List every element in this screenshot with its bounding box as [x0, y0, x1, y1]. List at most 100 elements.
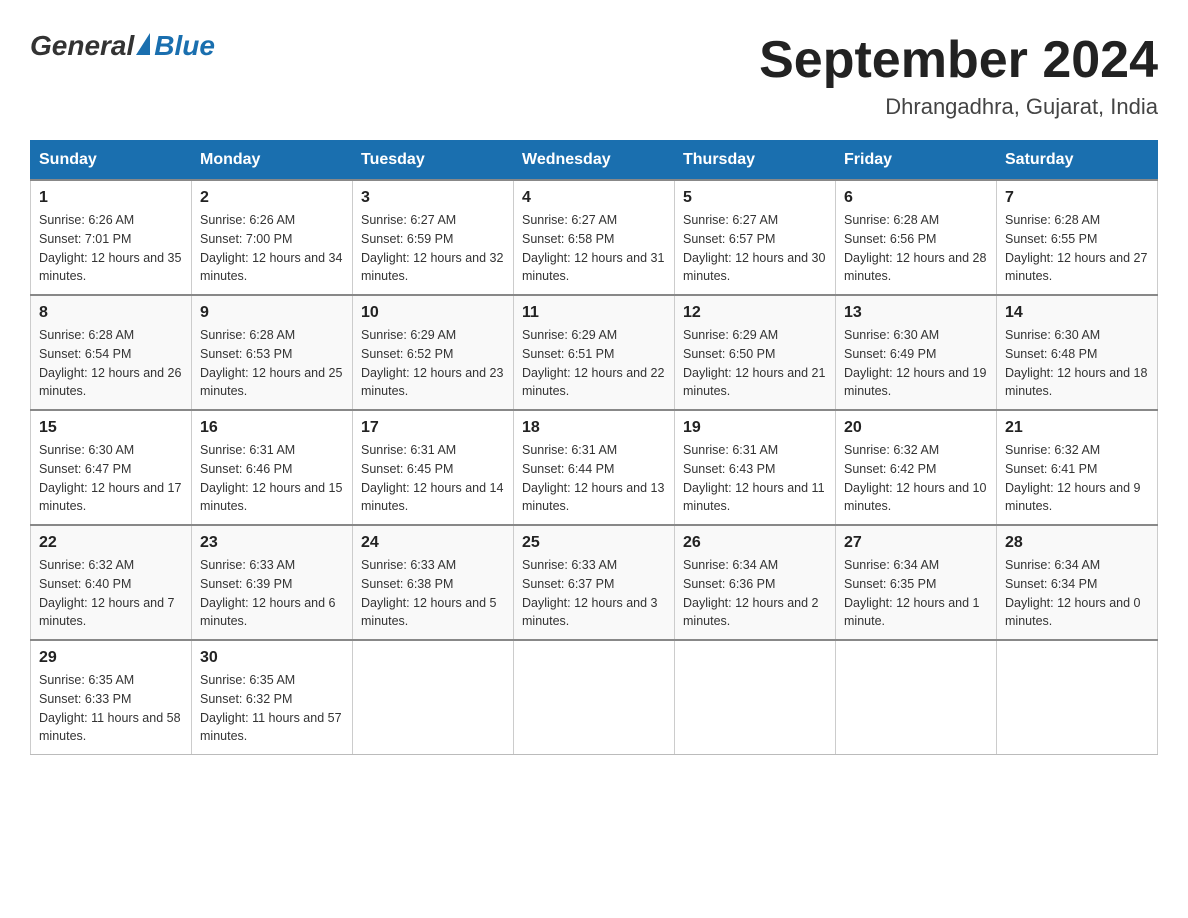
day-info: Sunrise: 6:32 AMSunset: 6:41 PMDaylight:… [1005, 441, 1149, 516]
calendar-cell: 26 Sunrise: 6:34 AMSunset: 6:36 PMDayligh… [675, 525, 836, 640]
calendar-cell: 28 Sunrise: 6:34 AMSunset: 6:34 PMDayligh… [997, 525, 1158, 640]
day-number: 11 [522, 304, 666, 322]
title-section: September 2024 Dhrangadhra, Gujarat, Ind… [759, 30, 1158, 120]
calendar-cell: 15 Sunrise: 6:30 AMSunset: 6:47 PMDayligh… [31, 410, 192, 525]
calendar-week-row: 29 Sunrise: 6:35 AMSunset: 6:33 PMDayligh… [31, 640, 1158, 755]
calendar-cell [997, 640, 1158, 755]
day-info: Sunrise: 6:34 AMSunset: 6:36 PMDaylight:… [683, 556, 827, 631]
calendar-cell: 27 Sunrise: 6:34 AMSunset: 6:35 PMDayligh… [836, 525, 997, 640]
day-number: 8 [39, 304, 183, 322]
day-number: 26 [683, 534, 827, 552]
calendar-cell: 30 Sunrise: 6:35 AMSunset: 6:32 PMDayligh… [192, 640, 353, 755]
calendar-cell: 9 Sunrise: 6:28 AMSunset: 6:53 PMDaylight… [192, 295, 353, 410]
col-friday: Friday [836, 141, 997, 181]
calendar-cell: 23Sunrise: 6:33 AMSunset: 6:39 PMDayligh… [192, 525, 353, 640]
calendar-header-row: Sunday Monday Tuesday Wednesday Thursday… [31, 141, 1158, 181]
day-info: Sunrise: 6:33 AMSunset: 6:38 PMDaylight:… [361, 556, 505, 631]
day-number: 22 [39, 534, 183, 552]
calendar-table: Sunday Monday Tuesday Wednesday Thursday… [30, 140, 1158, 755]
day-number: 12 [683, 304, 827, 322]
day-info: Sunrise: 6:31 AMSunset: 6:45 PMDaylight:… [361, 441, 505, 516]
calendar-cell: 7 Sunrise: 6:28 AMSunset: 6:55 PMDaylight… [997, 180, 1158, 295]
day-info: Sunrise: 6:26 AMSunset: 7:01 PMDaylight:… [39, 211, 183, 286]
calendar-week-row: 22Sunrise: 6:32 AMSunset: 6:40 PMDayligh… [31, 525, 1158, 640]
calendar-cell: 6 Sunrise: 6:28 AMSunset: 6:56 PMDaylight… [836, 180, 997, 295]
calendar-cell: 10 Sunrise: 6:29 AMSunset: 6:52 PMDayligh… [353, 295, 514, 410]
day-info: Sunrise: 6:31 AMSunset: 6:44 PMDaylight:… [522, 441, 666, 516]
calendar-cell: 29 Sunrise: 6:35 AMSunset: 6:33 PMDayligh… [31, 640, 192, 755]
day-number: 28 [1005, 534, 1149, 552]
calendar-cell: 8 Sunrise: 6:28 AMSunset: 6:54 PMDaylight… [31, 295, 192, 410]
day-info: Sunrise: 6:34 AMSunset: 6:34 PMDaylight:… [1005, 556, 1149, 631]
col-saturday: Saturday [997, 141, 1158, 181]
calendar-week-row: 15 Sunrise: 6:30 AMSunset: 6:47 PMDayligh… [31, 410, 1158, 525]
day-number: 13 [844, 304, 988, 322]
calendar-week-row: 1Sunrise: 6:26 AMSunset: 7:01 PMDaylight… [31, 180, 1158, 295]
day-info: Sunrise: 6:29 AMSunset: 6:52 PMDaylight:… [361, 326, 505, 401]
calendar-cell: 17 Sunrise: 6:31 AMSunset: 6:45 PMDayligh… [353, 410, 514, 525]
day-number: 15 [39, 419, 183, 437]
calendar-cell: 4Sunrise: 6:27 AMSunset: 6:58 PMDaylight… [514, 180, 675, 295]
day-info: Sunrise: 6:30 AMSunset: 6:48 PMDaylight:… [1005, 326, 1149, 401]
day-info: Sunrise: 6:35 AMSunset: 6:33 PMDaylight:… [39, 671, 183, 746]
day-info: Sunrise: 6:30 AMSunset: 6:49 PMDaylight:… [844, 326, 988, 401]
day-number: 17 [361, 419, 505, 437]
calendar-cell: 13 Sunrise: 6:30 AMSunset: 6:49 PMDayligh… [836, 295, 997, 410]
calendar-cell: 14 Sunrise: 6:30 AMSunset: 6:48 PMDayligh… [997, 295, 1158, 410]
calendar-cell: 25 Sunrise: 6:33 AMSunset: 6:37 PMDayligh… [514, 525, 675, 640]
day-info: Sunrise: 6:33 AMSunset: 6:37 PMDaylight:… [522, 556, 666, 631]
day-number: 14 [1005, 304, 1149, 322]
logo-general-text: General [30, 30, 134, 62]
day-number: 29 [39, 649, 183, 667]
calendar-week-row: 8 Sunrise: 6:28 AMSunset: 6:54 PMDaylight… [31, 295, 1158, 410]
day-number: 7 [1005, 189, 1149, 207]
calendar-cell [675, 640, 836, 755]
calendar-cell: 24 Sunrise: 6:33 AMSunset: 6:38 PMDayligh… [353, 525, 514, 640]
col-tuesday: Tuesday [353, 141, 514, 181]
calendar-cell: 3Sunrise: 6:27 AMSunset: 6:59 PMDaylight… [353, 180, 514, 295]
day-number: 2 [200, 189, 344, 207]
day-number: 18 [522, 419, 666, 437]
calendar-cell: 2 Sunrise: 6:26 AMSunset: 7:00 PMDaylight… [192, 180, 353, 295]
day-info: Sunrise: 6:28 AMSunset: 6:55 PMDaylight:… [1005, 211, 1149, 286]
month-year-title: September 2024 [759, 30, 1158, 90]
day-info: Sunrise: 6:30 AMSunset: 6:47 PMDaylight:… [39, 441, 183, 516]
day-info: Sunrise: 6:34 AMSunset: 6:35 PMDaylight:… [844, 556, 988, 631]
day-info: Sunrise: 6:26 AMSunset: 7:00 PMDaylight:… [200, 211, 344, 286]
day-number: 3 [361, 189, 505, 207]
calendar-cell: 21 Sunrise: 6:32 AMSunset: 6:41 PMDayligh… [997, 410, 1158, 525]
calendar-cell [353, 640, 514, 755]
day-number: 21 [1005, 419, 1149, 437]
calendar-cell: 11 Sunrise: 6:29 AMSunset: 6:51 PMDayligh… [514, 295, 675, 410]
day-number: 6 [844, 189, 988, 207]
calendar-cell: 22Sunrise: 6:32 AMSunset: 6:40 PMDayligh… [31, 525, 192, 640]
col-wednesday: Wednesday [514, 141, 675, 181]
day-info: Sunrise: 6:28 AMSunset: 6:53 PMDaylight:… [200, 326, 344, 401]
day-number: 25 [522, 534, 666, 552]
day-info: Sunrise: 6:27 AMSunset: 6:57 PMDaylight:… [683, 211, 827, 286]
day-info: Sunrise: 6:35 AMSunset: 6:32 PMDaylight:… [200, 671, 344, 746]
day-number: 16 [200, 419, 344, 437]
day-number: 10 [361, 304, 505, 322]
day-number: 30 [200, 649, 344, 667]
location-subtitle: Dhrangadhra, Gujarat, India [759, 94, 1158, 120]
day-number: 20 [844, 419, 988, 437]
logo: General Blue [30, 30, 215, 62]
calendar-cell: 20 Sunrise: 6:32 AMSunset: 6:42 PMDayligh… [836, 410, 997, 525]
calendar-cell: 19Sunrise: 6:31 AMSunset: 6:43 PMDayligh… [675, 410, 836, 525]
day-info: Sunrise: 6:32 AMSunset: 6:42 PMDaylight:… [844, 441, 988, 516]
day-number: 24 [361, 534, 505, 552]
day-number: 27 [844, 534, 988, 552]
day-number: 23 [200, 534, 344, 552]
page-header: General Blue September 2024 Dhrangadhra,… [30, 30, 1158, 120]
day-number: 9 [200, 304, 344, 322]
calendar-cell: 16Sunrise: 6:31 AMSunset: 6:46 PMDayligh… [192, 410, 353, 525]
day-info: Sunrise: 6:28 AMSunset: 6:56 PMDaylight:… [844, 211, 988, 286]
calendar-cell: 1Sunrise: 6:26 AMSunset: 7:01 PMDaylight… [31, 180, 192, 295]
day-info: Sunrise: 6:27 AMSunset: 6:58 PMDaylight:… [522, 211, 666, 286]
logo-triangle-icon [136, 33, 150, 55]
logo-blue-text: Blue [154, 30, 215, 62]
day-info: Sunrise: 6:29 AMSunset: 6:51 PMDaylight:… [522, 326, 666, 401]
col-sunday: Sunday [31, 141, 192, 181]
day-info: Sunrise: 6:28 AMSunset: 6:54 PMDaylight:… [39, 326, 183, 401]
